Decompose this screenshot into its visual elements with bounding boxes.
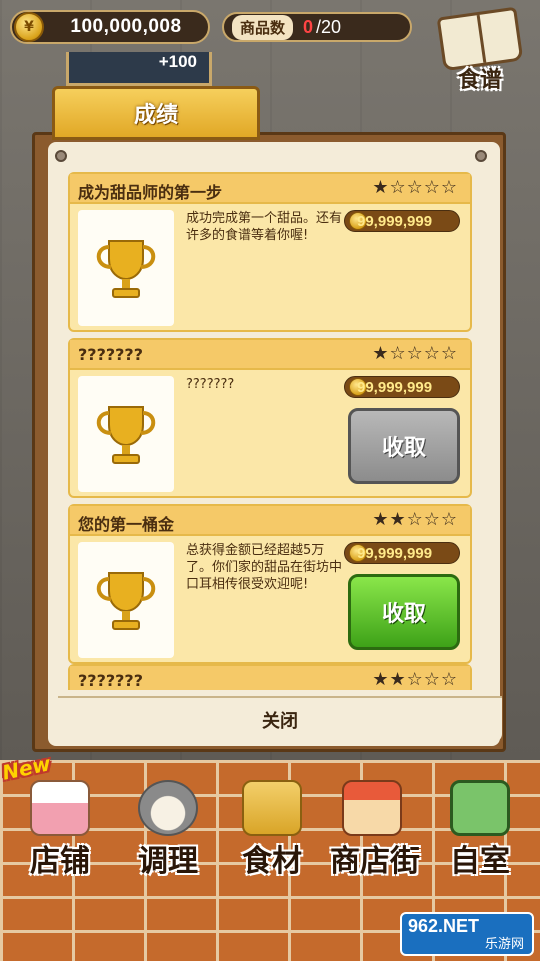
achievement-card: ??????? ★★☆☆☆ <box>68 664 472 690</box>
nav-cooking-label: 调理 <box>138 844 198 879</box>
achievement-list[interactable]: 成为甜品师的第一步 ★☆☆☆☆ 成功完成第一个甜品。还有许多的食谱等着你喔! 9… <box>68 170 472 690</box>
nav-my-room[interactable]: 自室 <box>428 768 532 880</box>
flour-bag-icon <box>242 780 302 836</box>
achievement-title: ??????? <box>78 671 143 690</box>
achievement-description: 成功完成第一个甜品。还有许多的食谱等着你喔! <box>186 211 343 243</box>
trophy-icon <box>78 210 174 326</box>
reward-peek: +100 <box>66 52 212 86</box>
pin-icon <box>55 150 67 162</box>
achievement-card: ??????? ★☆☆☆☆ ??????? 99,999,999 收取 <box>68 338 472 498</box>
goods-total: /20 <box>316 16 342 37</box>
nav-shopping-street-label: 商店街 <box>330 844 420 879</box>
collect-button[interactable]: 收取 <box>348 574 460 650</box>
achievement-title: 成为甜品师的第一步 <box>78 183 223 202</box>
nav-ingredients-label: 食材 <box>242 844 302 879</box>
achievement-title: ??????? <box>78 345 143 364</box>
recipe-label: 食谱 <box>457 68 502 93</box>
card-header: ??????? ★☆☆☆☆ <box>70 340 470 370</box>
star-rating: ★★☆☆☆ <box>372 669 458 690</box>
goods-count: 0 <box>303 16 314 37</box>
close-label: 关闭 <box>262 711 298 732</box>
card-header: 成为甜品师的第一步 ★☆☆☆☆ <box>70 174 470 204</box>
money-value: 100,000,008 <box>70 16 182 37</box>
reward-amount: 99,999,999 <box>344 210 460 232</box>
nav-my-room-label: 自室 <box>450 844 510 879</box>
star-rating: ★☆☆☆☆ <box>372 177 458 198</box>
recipe-book-button[interactable]: 食谱 <box>432 6 528 93</box>
nav-shop-label: 店铺 <box>30 844 90 879</box>
staff-only-sign-icon <box>450 780 510 836</box>
star-rating: ★☆☆☆☆ <box>372 343 458 364</box>
reward-peek-value: +100 <box>158 52 197 71</box>
cake-icon <box>30 780 90 836</box>
collect-button-disabled[interactable]: 收取 <box>348 408 460 484</box>
shop-street-icon <box>342 780 402 836</box>
reward-amount: 99,999,999 <box>344 542 460 564</box>
goods-count-display: 商品数 0 /20 <box>222 12 412 42</box>
reward-value: 99,999,999 <box>357 378 433 396</box>
achievements-tab: 成绩 <box>52 86 260 140</box>
reward-value: 99,999,999 <box>357 544 433 562</box>
trophy-icon <box>78 376 174 492</box>
watermark-line2: 乐游网 <box>484 937 524 952</box>
yen-coin-icon: ¥ <box>14 12 44 42</box>
goods-label: 商品数 <box>232 14 294 40</box>
mixing-bowl-icon <box>138 780 198 836</box>
site-watermark-logo: 962.NET 乐游网 <box>400 912 534 956</box>
achievement-title: 您的第一桶金 <box>78 515 175 534</box>
nav-ingredients[interactable]: 食材 <box>220 768 324 880</box>
trophy-icon <box>78 542 174 658</box>
nav-shop[interactable]: 店铺 <box>8 768 112 880</box>
achievement-description: ??????? <box>186 377 235 392</box>
money-display: ¥ 100,000,008 <box>10 10 210 44</box>
watermark-line1: 962.NET <box>408 916 480 936</box>
pin-icon <box>475 150 487 162</box>
tab-title: 成绩 <box>133 103 178 128</box>
card-header: ??????? ★★☆☆☆ <box>70 666 470 690</box>
reward-value: 99,999,999 <box>357 212 433 230</box>
achievement-description: 总获得金额已经超越5万了。你们家的甜品在街坊中口耳相传很受欢迎呢! <box>186 543 343 592</box>
card-header: 您的第一桶金 ★★☆☆☆ <box>70 506 470 536</box>
close-button[interactable]: 关闭 <box>58 696 502 742</box>
reward-amount: 99,999,999 <box>344 376 460 398</box>
nav-cooking[interactable]: 调理 <box>116 768 220 880</box>
nav-shopping-street[interactable]: 商店街 <box>320 768 430 880</box>
achievement-card: 成为甜品师的第一步 ★☆☆☆☆ 成功完成第一个甜品。还有许多的食谱等着你喔! 9… <box>68 172 472 332</box>
star-rating: ★★☆☆☆ <box>372 509 458 530</box>
achievement-card: 您的第一桶金 ★★☆☆☆ 总获得金额已经超越5万了。你们家的甜品在街坊中口耳相传… <box>68 504 472 664</box>
